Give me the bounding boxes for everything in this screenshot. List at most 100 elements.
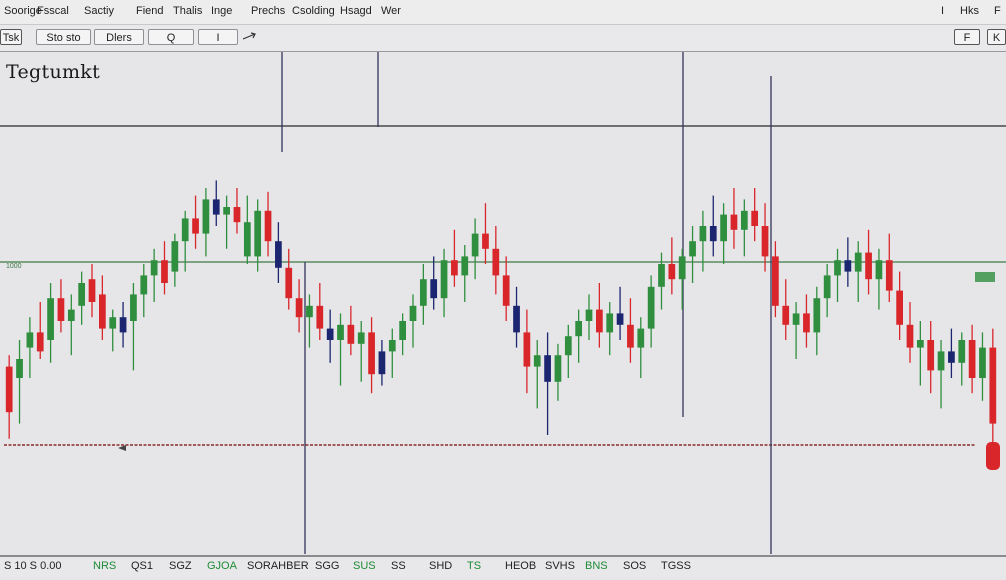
candle — [26, 317, 34, 378]
menu-item-inge[interactable]: Inge — [211, 5, 232, 17]
toolbar-button-q[interactable]: Q — [148, 29, 194, 45]
candle — [544, 332, 551, 435]
toolbar-button-dlers[interactable]: Dlers — [94, 29, 144, 45]
candle-body — [544, 355, 551, 382]
candle-body — [513, 305, 520, 333]
candle-body — [585, 309, 593, 321]
candle-body — [564, 336, 572, 356]
candle-body — [751, 210, 759, 226]
candle-body — [98, 294, 106, 329]
candle — [678, 248, 686, 310]
menu-item-wer[interactable]: Wer — [381, 5, 401, 17]
candle-body — [5, 366, 13, 413]
candle-body — [306, 305, 313, 318]
arrow-icon[interactable] — [241, 28, 259, 46]
toolbar-button-k[interactable]: K — [987, 29, 1006, 45]
candle — [399, 313, 407, 356]
status-item: SUS — [353, 560, 376, 572]
menu-item-hsagd[interactable]: Hsagd — [340, 5, 372, 17]
candle-body — [140, 275, 148, 295]
candle — [885, 233, 893, 302]
candle — [150, 248, 158, 302]
candle — [233, 188, 241, 234]
candle-body — [927, 340, 935, 371]
candle — [854, 241, 862, 302]
candle — [275, 222, 282, 283]
candle — [689, 226, 696, 283]
candle-body — [47, 298, 54, 340]
status-item: S 10 S 0.00 — [4, 560, 62, 572]
status-item: TGSS — [661, 560, 691, 572]
candle-body — [668, 264, 676, 280]
candle-body — [326, 328, 334, 340]
candle — [792, 302, 800, 359]
candle — [554, 343, 562, 401]
candle — [595, 283, 603, 348]
menu-item-f[interactable]: F — [994, 5, 1001, 17]
menu-bar: Soorige Fsscal Sactiy Fiend Thalis Inge … — [0, 0, 1006, 25]
candle — [430, 256, 438, 310]
candlestick-chart[interactable] — [0, 52, 1006, 554]
candle-body — [803, 313, 810, 333]
menu-item-sactiy[interactable]: Sactiy — [84, 5, 114, 17]
candle — [316, 283, 324, 340]
status-item: SGZ — [169, 560, 192, 572]
toolbar-button-i[interactable]: I — [198, 29, 238, 45]
toolbar-button-f[interactable]: F — [954, 29, 980, 45]
candle — [979, 332, 986, 401]
candle — [513, 286, 520, 348]
candle-body — [88, 279, 96, 302]
candle-body — [171, 241, 179, 272]
toolbar-button-tsk[interactable]: Tsk — [0, 29, 22, 45]
candle-body — [865, 252, 872, 280]
toolbar-button-sto-sto[interactable]: Sto sto — [36, 29, 91, 45]
candle-body — [202, 199, 210, 234]
candle-body — [57, 298, 65, 321]
candle-body — [658, 264, 665, 287]
candle — [223, 195, 230, 249]
candle-body — [212, 199, 220, 215]
candle — [906, 302, 914, 363]
candle-body — [275, 241, 282, 268]
candle — [419, 264, 427, 325]
candle-body — [161, 260, 168, 283]
status-item: QS1 — [131, 560, 153, 572]
candle — [968, 324, 976, 394]
candle — [761, 203, 769, 272]
candle-body — [419, 279, 427, 306]
candle — [357, 321, 365, 382]
candle — [916, 321, 924, 386]
candle — [337, 313, 344, 386]
candle — [896, 271, 904, 340]
candle — [243, 195, 251, 264]
candle — [368, 317, 375, 394]
chart-area[interactable]: 1000 — [0, 52, 1006, 554]
candle-body — [709, 226, 717, 242]
menu-item-hks[interactable]: Hks — [960, 5, 979, 17]
candle-body — [761, 226, 769, 257]
menu-item-fiend[interactable]: Fiend — [136, 5, 164, 17]
candle-body — [606, 313, 614, 333]
menu-item-fsscal[interactable]: Fsscal — [37, 5, 69, 17]
candle-body — [689, 241, 696, 257]
candle-body — [979, 347, 986, 378]
candle-body — [67, 309, 75, 321]
candle-body — [616, 313, 624, 325]
candle — [502, 256, 510, 321]
menu-item-i[interactable]: I — [941, 5, 944, 17]
candle — [803, 294, 810, 348]
candle-body — [595, 309, 603, 333]
candle-body — [854, 252, 862, 272]
candle-body — [16, 359, 23, 378]
candle-body — [637, 328, 645, 348]
price-marker-red — [986, 442, 1000, 470]
candle — [647, 275, 655, 348]
candle — [865, 229, 872, 295]
candle-body — [368, 332, 375, 375]
candle — [295, 279, 303, 333]
candle — [67, 294, 75, 356]
menu-item-csolding[interactable]: Csolding — [292, 5, 335, 17]
menu-item-prechs[interactable]: Prechs — [251, 5, 285, 17]
menu-item-thalis[interactable]: Thalis — [173, 5, 202, 17]
candle-body — [440, 260, 448, 299]
